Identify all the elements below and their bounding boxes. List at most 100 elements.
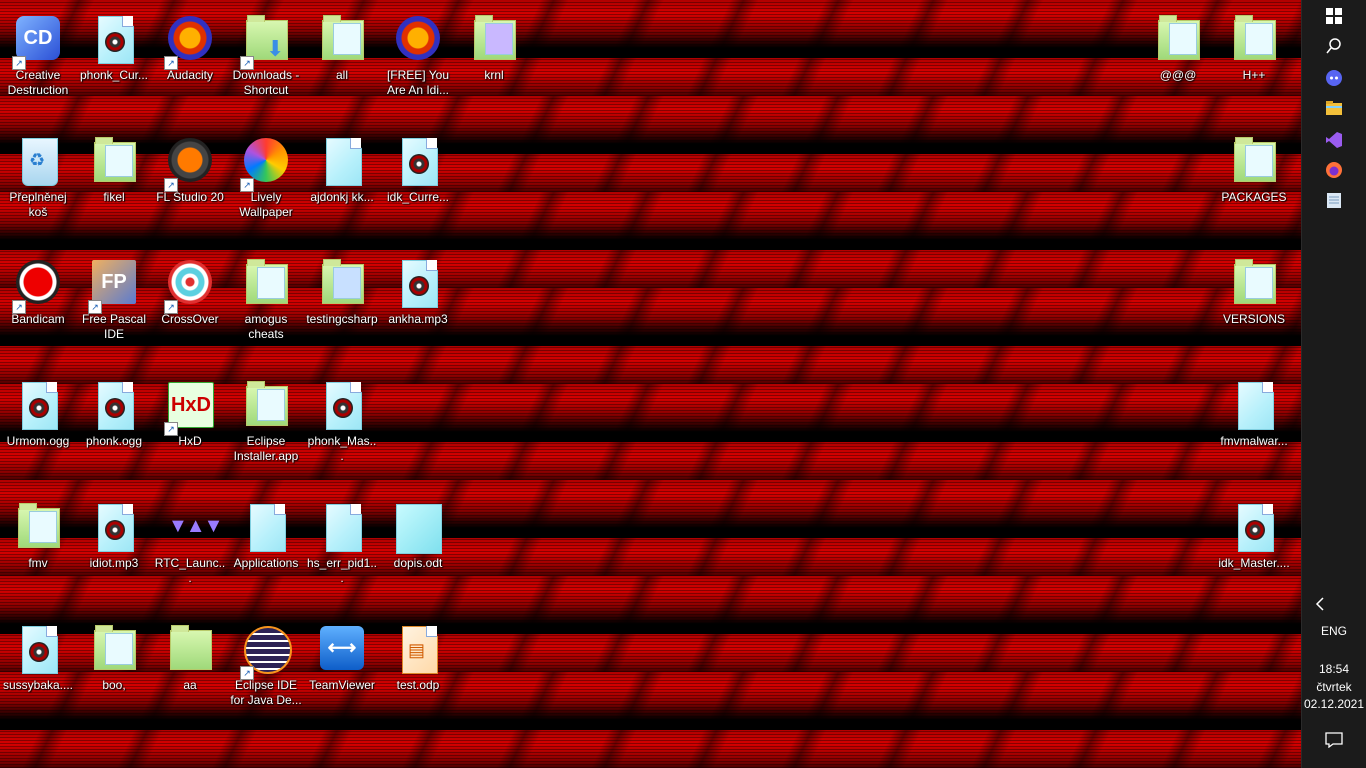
desktop-icon-rtc-launcher[interactable]: ▼▲▼ RTC_Launc... bbox=[152, 494, 228, 604]
shortcut-arrow-icon: ↗ bbox=[164, 300, 178, 314]
document-icon bbox=[396, 504, 442, 554]
desktop-icon-aa[interactable]: aa bbox=[152, 616, 228, 726]
desktop-icon-downloads-shortcut[interactable]: ⬇ ↗ Downloads - Shortcut bbox=[228, 6, 304, 116]
desktop-icon-creative-destruction[interactable]: CD ↗ Creative Destruction bbox=[0, 6, 76, 116]
desktop-icon-dopis-odt[interactable]: dopis.odt bbox=[380, 494, 456, 604]
page-fold bbox=[1262, 382, 1273, 393]
disc-icon bbox=[1245, 520, 1265, 540]
clock-date[interactable]: 02.12.2021 bbox=[1302, 697, 1366, 711]
folder-paper bbox=[1245, 267, 1273, 299]
folder-paper bbox=[105, 633, 133, 665]
clock-day[interactable]: čtvrtek bbox=[1302, 680, 1366, 694]
visual-studio-button[interactable] bbox=[1318, 128, 1350, 152]
desktop-icon-lively-wallpaper[interactable]: ↗ Lively Wallpaper bbox=[228, 128, 304, 238]
desktop-icon-hxd[interactable]: HxD ↗ HxD bbox=[152, 372, 228, 482]
desktop-icon-audacity[interactable]: ↗ Audacity bbox=[152, 6, 228, 116]
start-button[interactable] bbox=[1318, 4, 1350, 28]
action-center-button[interactable] bbox=[1318, 728, 1350, 752]
desktop-icon-sussybaka[interactable]: sussybaka.... bbox=[0, 616, 76, 726]
icon-label: Applications bbox=[233, 556, 299, 570]
page-fold bbox=[122, 504, 133, 515]
icon-label: PACKAGES bbox=[1221, 190, 1287, 204]
shortcut-arrow-icon: ↗ bbox=[12, 300, 26, 314]
desktop-icon-packages[interactable]: PACKAGES bbox=[1216, 128, 1292, 238]
icon-label: all bbox=[335, 68, 348, 82]
disc-icon bbox=[409, 154, 429, 174]
desktop-icon-at-at-at[interactable]: @@@ bbox=[1140, 6, 1216, 116]
desktop-icon-teamviewer[interactable]: ⟷ TeamViewer bbox=[304, 616, 380, 726]
desktop-icon-fl-studio[interactable]: ↗ FL Studio 20 bbox=[152, 128, 228, 238]
desktop-icon-crossover[interactable]: ↗ CrossOver bbox=[152, 250, 228, 360]
icon-label: Downloads - Shortcut bbox=[232, 68, 300, 97]
search-button[interactable] bbox=[1318, 34, 1350, 58]
desktop-icon-all[interactable]: all bbox=[304, 6, 380, 116]
folder-icon bbox=[246, 381, 288, 426]
shortcut-arrow-icon: ↗ bbox=[240, 56, 254, 70]
language-indicator[interactable]: ENG bbox=[1302, 624, 1366, 638]
desktop-icon-phonk-cur[interactable]: phonk_Cur... bbox=[76, 6, 152, 116]
folder-paper bbox=[1169, 23, 1197, 55]
desktop-icon-amogus-cheats[interactable]: amogus cheats bbox=[228, 250, 304, 360]
page-fold bbox=[426, 260, 437, 271]
desktop-icon-recycle-bin[interactable]: ♻ Přeplněnej koš bbox=[0, 128, 76, 238]
clock-time[interactable]: 18:54 bbox=[1302, 662, 1366, 676]
game-icon: CD bbox=[16, 16, 60, 60]
page-fold bbox=[122, 382, 133, 393]
desktop-icon-krnl[interactable]: krnl bbox=[456, 6, 532, 116]
desktop-icon-phonk-mas[interactable]: phonk_Mas... bbox=[304, 372, 380, 482]
desktop-icon-fmv[interactable]: fmv bbox=[0, 494, 76, 604]
icon-label: Free Pascal IDE bbox=[81, 312, 147, 341]
shortcut-arrow-icon: ↗ bbox=[240, 178, 254, 192]
desktop-icon-testingcsharp[interactable]: testingcsharp bbox=[304, 250, 380, 360]
desktop-icon-h-plus-plus[interactable]: H++ bbox=[1216, 6, 1292, 116]
teamviewer-icon: ⟷ bbox=[320, 626, 364, 670]
folder-icon bbox=[170, 625, 212, 670]
desktop-icon-free-pascal-ide[interactable]: FP ↗ Free Pascal IDE bbox=[76, 250, 152, 360]
desktop-icon-fmvmalwar[interactable]: fmvmalwar... bbox=[1216, 372, 1292, 482]
desktop-icon-hs-err-pid[interactable]: hs_err_pid1... bbox=[304, 494, 380, 604]
desktop-icon-fikel[interactable]: fikel bbox=[76, 128, 152, 238]
icon-label: sussybaka.... bbox=[2, 678, 74, 692]
desktop-icon-eclipse-installer[interactable]: Eclipse Installer.app bbox=[228, 372, 304, 482]
icon-label: CrossOver bbox=[161, 312, 219, 326]
show-hidden-icons-button[interactable] bbox=[1310, 592, 1330, 616]
search-icon bbox=[1326, 38, 1341, 54]
icon-label: @@@ bbox=[1159, 68, 1197, 82]
desktop-icon-urmom-ogg[interactable]: Urmom.ogg bbox=[0, 372, 76, 482]
page-fold bbox=[274, 504, 285, 515]
desktop-icon-ajdonkj-kk[interactable]: ajdonkj kk... bbox=[304, 128, 380, 238]
firefox-button[interactable] bbox=[1318, 158, 1350, 182]
icon-label: Lively Wallpaper bbox=[239, 190, 293, 219]
discord-button[interactable] bbox=[1318, 66, 1350, 90]
bandicam-icon bbox=[16, 260, 60, 304]
desktop-icon-applications[interactable]: Applications bbox=[228, 494, 304, 604]
file-explorer-button[interactable] bbox=[1318, 96, 1350, 120]
desktop-icon-boo[interactable]: boo, bbox=[76, 616, 152, 726]
notepad-button[interactable] bbox=[1318, 188, 1350, 212]
folder-icon bbox=[322, 259, 364, 304]
desktop-icon-versions[interactable]: VERSIONS bbox=[1216, 250, 1292, 360]
icon-label: aa bbox=[183, 678, 197, 692]
shortcut-arrow-icon: ↗ bbox=[12, 56, 26, 70]
folder-paper bbox=[105, 145, 133, 177]
icon-label: VERSIONS bbox=[1222, 312, 1285, 326]
chevron-left-icon bbox=[1315, 597, 1324, 611]
shortcut-arrow-icon: ↗ bbox=[164, 178, 178, 192]
desktop-icon-idk-curre[interactable]: idk_Curre... bbox=[380, 128, 456, 238]
icon-label: phonk_Mas... bbox=[307, 434, 377, 463]
desktop-icon-eclipse-ide[interactable]: ↗ Eclipse IDE for Java De... bbox=[228, 616, 304, 726]
desktop-icon-bandicam[interactable]: ↗ Bandicam bbox=[0, 250, 76, 360]
icon-label: RTC_Launc... bbox=[154, 556, 226, 585]
icon-label: fmv bbox=[28, 556, 48, 570]
page-fold bbox=[426, 138, 437, 149]
desktop-icon-test-odp[interactable]: ▤ test.odp bbox=[380, 616, 456, 726]
folder-icon bbox=[94, 137, 136, 182]
desktop-icon-free-you-are-an-idiot[interactable]: [FREE] You Are An Idi... bbox=[380, 6, 456, 116]
desktop-icon-phonk-ogg[interactable]: phonk.ogg bbox=[76, 372, 152, 482]
folder-paper bbox=[333, 267, 361, 299]
desktop-icon-idk-master[interactable]: idk_Master.... bbox=[1216, 494, 1292, 604]
desktop-icon-ankha-mp3[interactable]: ankha.mp3 bbox=[380, 250, 456, 360]
icon-label: phonk_Cur... bbox=[79, 68, 149, 82]
folder-icon bbox=[1234, 137, 1276, 182]
desktop-icon-idiot-mp3[interactable]: idiot.mp3 bbox=[76, 494, 152, 604]
